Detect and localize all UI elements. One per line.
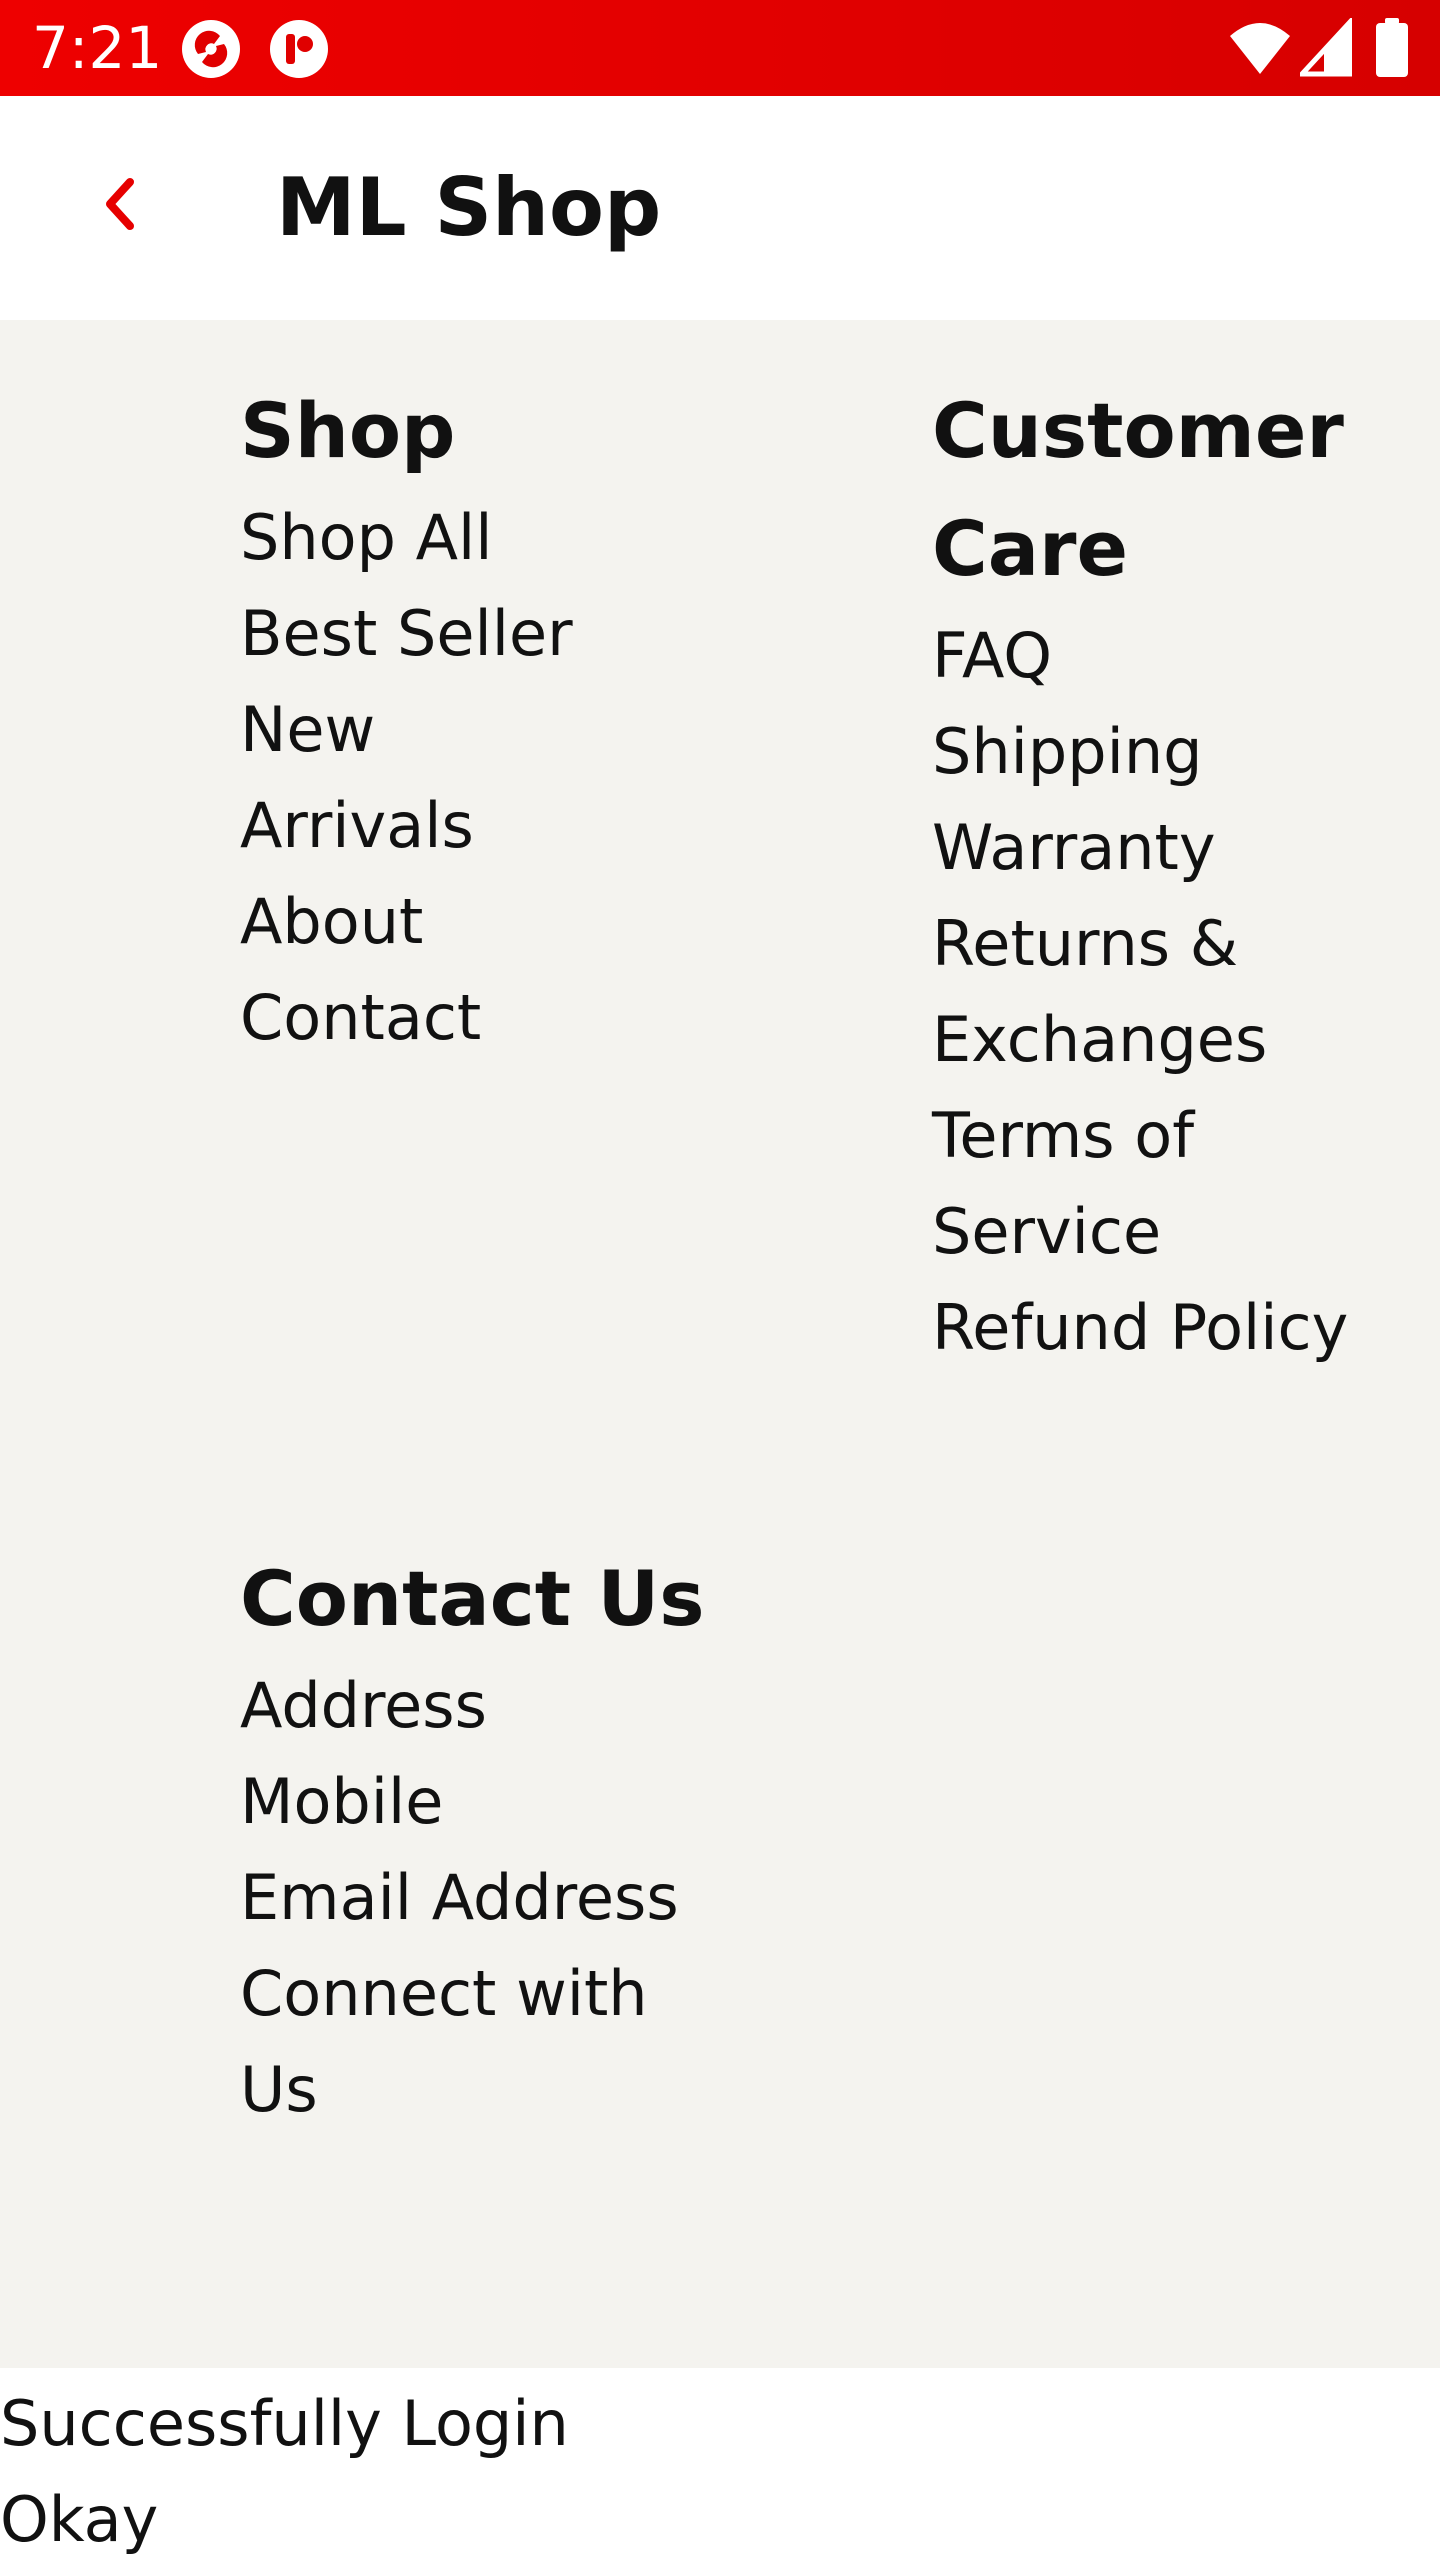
back-button[interactable] (80, 164, 160, 244)
care-link-faq[interactable]: FAQ (932, 608, 1392, 704)
signal-icon (1300, 18, 1352, 77)
contact-link-mobile[interactable]: Mobile (240, 1754, 800, 1850)
app-notification-icon (182, 20, 240, 78)
contact-link-connect-with-us[interactable]: Connect with Us (240, 1946, 800, 2138)
contact-link-email-address[interactable]: Email Address (240, 1850, 800, 1946)
shop-link-shop-all[interactable]: Shop All (240, 490, 800, 586)
contact-us-section: Contact Us Address Mobile Email Address … (240, 1540, 800, 2138)
app-bar: ML Shop (0, 96, 1440, 320)
care-link-shipping[interactable]: Shipping (932, 704, 1392, 800)
contact-link-address[interactable]: Address (240, 1658, 800, 1754)
status-bar: 7:21 (0, 0, 1440, 96)
shop-link-contact[interactable]: Contact (240, 970, 800, 1066)
okay-button[interactable]: Okay (0, 2472, 158, 2568)
care-link-returns-exchanges[interactable]: Returns & Exchanges (932, 896, 1392, 1088)
customer-care-section: Customer Care FAQ Shipping Warranty Retu… (932, 372, 1392, 1376)
wifi-icon (1230, 23, 1290, 74)
footer-menu: Shop Shop All Best Seller New Arrivals A… (0, 320, 1440, 2368)
status-time: 7:21 (32, 14, 163, 82)
shop-link-best-seller[interactable]: Best Seller (240, 586, 800, 682)
dialog-message: Successfully Login (0, 2387, 569, 2460)
shop-link-about[interactable]: About (240, 874, 800, 970)
app-notification-icon-2 (270, 20, 328, 78)
contact-us-heading: Contact Us (240, 1554, 705, 1643)
care-link-terms-of-service[interactable]: Terms of Service (932, 1088, 1392, 1280)
page-title: ML Shop (276, 161, 662, 254)
shop-heading: Shop (240, 386, 456, 475)
care-link-refund-policy[interactable]: Refund Policy (932, 1280, 1392, 1376)
login-dialog: Successfully Login Okay (0, 2368, 1440, 2560)
care-link-warranty[interactable]: Warranty (932, 800, 1392, 896)
chevron-left-icon (106, 178, 134, 230)
battery-icon (1376, 18, 1408, 77)
shop-section: Shop Shop All Best Seller New Arrivals A… (240, 372, 800, 1066)
customer-care-heading: Customer Care (932, 386, 1344, 593)
shop-link-new-arrivals[interactable]: New Arrivals (240, 682, 800, 874)
